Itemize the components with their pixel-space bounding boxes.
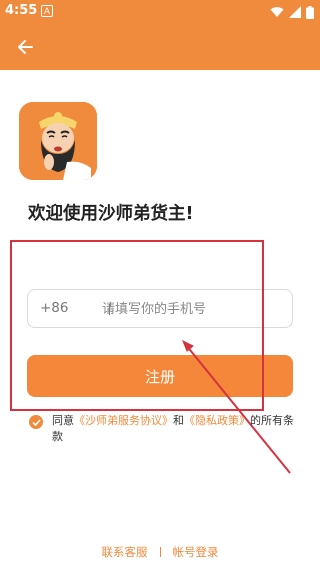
status-bar: 4:55 A (0, 0, 320, 24)
privacy-policy-link[interactable]: 《隐私政策》 (184, 414, 250, 427)
contact-support-link[interactable]: 联系客服 (102, 545, 148, 559)
footer-divider (159, 547, 161, 557)
app-logo (19, 102, 97, 180)
agreement-text: 同意《沙师弟服务协议》和《隐私政策》的所有条款 (52, 413, 297, 445)
status-time: 4:55 (5, 3, 38, 18)
footer-links: 联系客服 帐号登录 (0, 544, 320, 560)
monk-avatar-icon (19, 102, 97, 180)
check-icon (31, 418, 41, 426)
welcome-title: 欢迎使用沙师弟货主! (28, 204, 194, 224)
status-icons (270, 4, 314, 20)
back-arrow-icon (18, 40, 33, 54)
agree-checkbox[interactable] (29, 415, 43, 429)
wifi-icon (270, 7, 284, 17)
notification-icon: A (41, 5, 53, 17)
annotation-highlight-box (10, 240, 264, 411)
app-bar (0, 24, 320, 70)
battery-icon (306, 5, 314, 19)
signal-icon (289, 6, 301, 18)
back-button[interactable] (10, 32, 40, 62)
agree-prefix: 同意 (52, 414, 74, 427)
service-agreement-link[interactable]: 《沙师弟服务协议》 (74, 414, 173, 427)
agree-and: 和 (173, 414, 184, 427)
account-login-link[interactable]: 帐号登录 (173, 545, 219, 559)
